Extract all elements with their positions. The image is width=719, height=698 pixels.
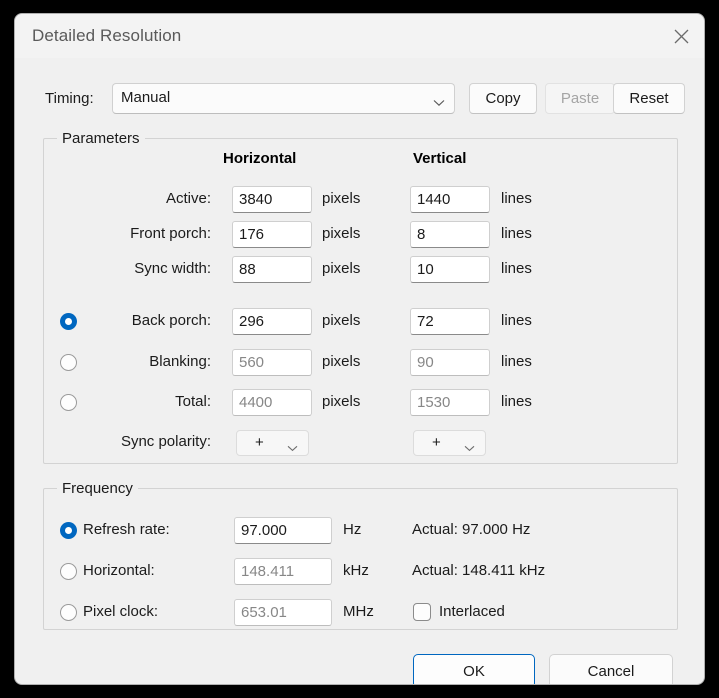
pixel-clock-input[interactable] (234, 599, 332, 626)
chevron-down-icon (287, 439, 298, 457)
active-horizontal-input[interactable] (232, 186, 312, 213)
frequency-label-horizontal: Horizontal: (83, 562, 155, 579)
sync-width-vertical-input[interactable] (410, 256, 490, 283)
horizontal-frequency-input[interactable] (234, 558, 332, 585)
timing-selected-value: Manual (121, 89, 171, 106)
sync-polarity-vertical-value: + (432, 434, 441, 451)
unit-pixels: pixels (322, 225, 361, 242)
back-porch-horizontal-input[interactable] (232, 308, 312, 335)
sync-polarity-horizontal-value: + (255, 434, 264, 451)
param-label-active: Active: (165, 190, 211, 207)
back-porch-vertical-input[interactable] (410, 308, 490, 335)
actual-refresh-rate: Actual: 97.000 Hz (412, 521, 531, 538)
param-row-sync-polarity: Sync polarity: + + (15, 426, 704, 460)
unit-pixels: pixels (322, 190, 361, 207)
unit-pixels: pixels (322, 353, 361, 370)
sync-polarity-vertical-dropdown[interactable]: + (413, 430, 486, 456)
timing-label: Timing: (45, 90, 94, 107)
param-row-blanking: Blanking: pixels lines (15, 346, 704, 380)
param-row-sync-width: Sync width: pixels lines (15, 253, 704, 287)
interlaced-label: Interlaced (439, 603, 505, 620)
parameters-group-legend: Parameters (57, 130, 145, 147)
front-porch-vertical-input[interactable] (410, 221, 490, 248)
param-row-total: Total: pixels lines (15, 386, 704, 420)
frequency-row-pixel-clock: Pixel clock: MHz Interlaced (15, 596, 704, 630)
unit-mhz: MHz (343, 603, 374, 620)
radio-pixel-clock[interactable] (60, 604, 77, 621)
refresh-rate-input[interactable] (234, 517, 332, 544)
radio-horizontal-frequency[interactable] (60, 563, 77, 580)
unit-hz: Hz (343, 521, 362, 538)
copy-button[interactable]: Copy (469, 83, 537, 114)
unit-lines: lines (501, 260, 532, 277)
chevron-down-icon (433, 94, 445, 112)
ok-button[interactable]: OK (413, 654, 535, 684)
unit-pixels: pixels (322, 312, 361, 329)
param-label-sync-width: Sync width: (134, 260, 211, 277)
param-label-total: Total: (175, 393, 211, 410)
close-button[interactable] (658, 14, 704, 58)
unit-pixels: pixels (322, 260, 361, 277)
column-header-horizontal: Horizontal (223, 150, 297, 167)
chevron-down-icon (464, 439, 475, 457)
unit-pixels: pixels (322, 393, 361, 410)
frequency-row-refresh-rate: Refresh rate: Hz Actual: 97.000 Hz (15, 514, 704, 548)
interlaced-checkbox[interactable] (413, 603, 431, 621)
window-title: Detailed Resolution (32, 26, 182, 45)
unit-lines: lines (501, 312, 532, 329)
reset-button[interactable]: Reset (613, 83, 685, 114)
sync-width-horizontal-input[interactable] (232, 256, 312, 283)
frequency-label-refresh-rate: Refresh rate: (83, 521, 170, 538)
frequency-group-legend: Frequency (57, 480, 138, 497)
unit-lines: lines (501, 190, 532, 207)
unit-khz: kHz (343, 562, 369, 579)
paste-button[interactable]: Paste (545, 83, 615, 114)
detailed-resolution-dialog: Detailed Resolution Timing: Manual Copy … (14, 13, 705, 685)
param-label-sync-polarity: Sync polarity: (120, 433, 211, 450)
unit-lines: lines (501, 353, 532, 370)
column-header-vertical: Vertical (413, 150, 467, 167)
frequency-row-horizontal: Horizontal: kHz Actual: 148.411 kHz (15, 555, 704, 589)
radio-refresh-rate[interactable] (60, 522, 77, 539)
frequency-label-pixel-clock: Pixel clock: (83, 603, 159, 620)
param-row-back-porch: Back porch: pixels lines (15, 305, 704, 339)
front-porch-horizontal-input[interactable] (232, 221, 312, 248)
active-vertical-input[interactable] (410, 186, 490, 213)
close-icon (674, 29, 689, 44)
param-row-front-porch: Front porch: pixels lines (15, 218, 704, 252)
param-label-blanking: Blanking: (149, 353, 211, 370)
blanking-horizontal-input[interactable] (232, 349, 312, 376)
title-bar: Detailed Resolution (15, 14, 704, 58)
sync-polarity-horizontal-dropdown[interactable]: + (236, 430, 309, 456)
param-row-active: Active: pixels lines (15, 183, 704, 217)
total-horizontal-input[interactable] (232, 389, 312, 416)
unit-lines: lines (501, 393, 532, 410)
unit-lines: lines (501, 225, 532, 242)
param-label-back-porch: Back porch: (131, 312, 211, 329)
cancel-button[interactable]: Cancel (549, 654, 673, 684)
param-label-front-porch: Front porch: (130, 225, 211, 242)
total-vertical-input[interactable] (410, 389, 490, 416)
blanking-vertical-input[interactable] (410, 349, 490, 376)
timing-dropdown[interactable]: Manual (112, 83, 455, 114)
actual-horizontal-frequency: Actual: 148.411 kHz (412, 562, 546, 579)
